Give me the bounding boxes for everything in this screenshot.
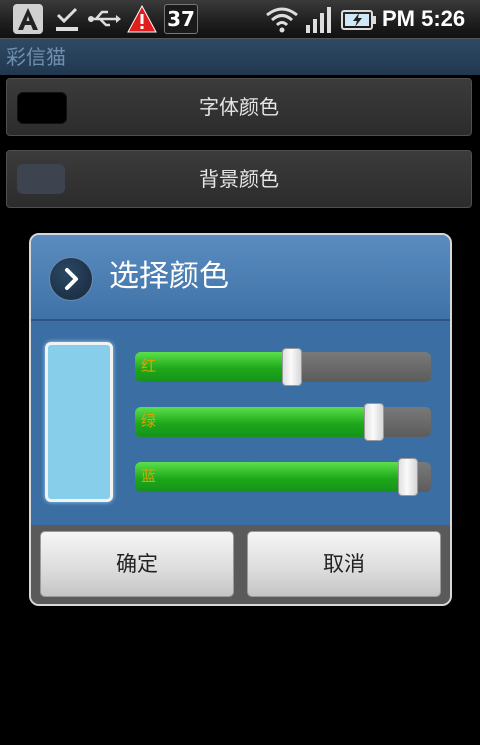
red-slider[interactable]: 红 [135, 348, 431, 386]
wifi-icon [266, 7, 298, 33]
font-color-pref[interactable]: 字体颜色 [6, 78, 472, 136]
red-slider-label: 红 [141, 357, 157, 375]
green-slider-thumb[interactable] [364, 403, 385, 441]
color-picker-dialog: 选择颜色 红 绿 蓝 确定 取消 [29, 233, 452, 606]
status-bar: 37 PM 5:26 [0, 0, 480, 39]
ok-button[interactable]: 确定 [40, 531, 234, 597]
app-title: 彩信猫 [6, 45, 66, 69]
slider-fill [135, 352, 292, 382]
signal-icon [306, 7, 331, 33]
dialog-title: 选择颜色 [109, 259, 229, 294]
font-color-label: 字体颜色 [199, 95, 279, 119]
status-time: PM 5:26 [382, 6, 466, 31]
cancel-button[interactable]: 取消 [247, 531, 441, 597]
green-slider[interactable]: 绿 [135, 403, 431, 441]
dialog-header: 选择颜色 [31, 235, 450, 321]
blue-slider[interactable]: 蓝 [135, 458, 431, 496]
title-bar: 彩信猫 [0, 39, 480, 75]
color-preview [45, 342, 113, 502]
blue-slider-thumb[interactable] [397, 458, 418, 496]
red-slider-thumb[interactable] [281, 348, 302, 386]
warning-icon [127, 4, 157, 33]
notification-count-badge: 37 [164, 4, 198, 34]
blue-slider-label: 蓝 [141, 467, 157, 485]
battery-charging-icon [341, 10, 376, 30]
background-color-pref[interactable]: 背景颜色 [6, 150, 472, 208]
background-color-label: 背景颜色 [199, 167, 279, 191]
usb-icon [88, 10, 121, 27]
chevron-right-icon [65, 268, 78, 290]
app-a-icon [13, 4, 43, 34]
slider-fill [135, 407, 375, 437]
download-done-icon [56, 7, 78, 31]
slider-fill [135, 462, 408, 492]
dialog-button-bar: 确定 取消 [31, 525, 450, 604]
dialog-icon [49, 257, 93, 301]
green-slider-label: 绿 [141, 412, 157, 430]
